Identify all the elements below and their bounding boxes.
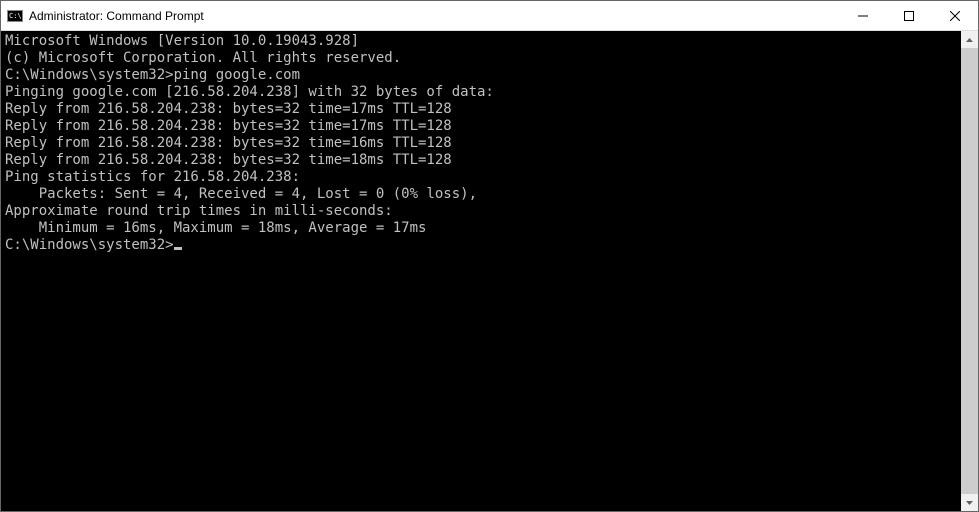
terminal-line: Minimum = 16ms, Maximum = 18ms, Average … [5,220,957,237]
terminal-line: C:\Windows\system32> [5,237,957,254]
terminal-line: Pinging google.com [216.58.204.238] with… [5,84,957,101]
scroll-track[interactable] [961,48,978,494]
terminal-line: (c) Microsoft Corporation. All rights re… [5,50,957,67]
terminal-line: Microsoft Windows [Version 10.0.19043.92… [5,33,957,50]
scroll-up-button[interactable] [961,31,978,48]
client-area: Microsoft Windows [Version 10.0.19043.92… [1,31,978,511]
window: C:\ Administrator: Command Prompt Micros… [0,0,979,512]
terminal-output[interactable]: Microsoft Windows [Version 10.0.19043.92… [1,31,961,511]
titlebar[interactable]: C:\ Administrator: Command Prompt [1,1,978,31]
maximize-button[interactable] [886,1,932,31]
cmd-icon: C:\ [7,8,23,24]
terminal-line: Reply from 216.58.204.238: bytes=32 time… [5,152,957,169]
terminal-line: Packets: Sent = 4, Received = 4, Lost = … [5,186,957,203]
svg-text:C:\: C:\ [9,12,22,20]
terminal-line: Approximate round trip times in milli-se… [5,203,957,220]
vertical-scrollbar[interactable] [961,31,978,511]
terminal-line: Reply from 216.58.204.238: bytes=32 time… [5,118,957,135]
window-title: Administrator: Command Prompt [29,9,204,23]
cursor [174,247,182,250]
terminal-line: Ping statistics for 216.58.204.238: [5,169,957,186]
close-button[interactable] [932,1,978,31]
scroll-down-button[interactable] [961,494,978,511]
terminal-line: Reply from 216.58.204.238: bytes=32 time… [5,135,957,152]
minimize-button[interactable] [840,1,886,31]
terminal-line: Reply from 216.58.204.238: bytes=32 time… [5,101,957,118]
scroll-thumb[interactable] [961,48,978,494]
terminal-line: C:\Windows\system32>ping google.com [5,67,957,84]
